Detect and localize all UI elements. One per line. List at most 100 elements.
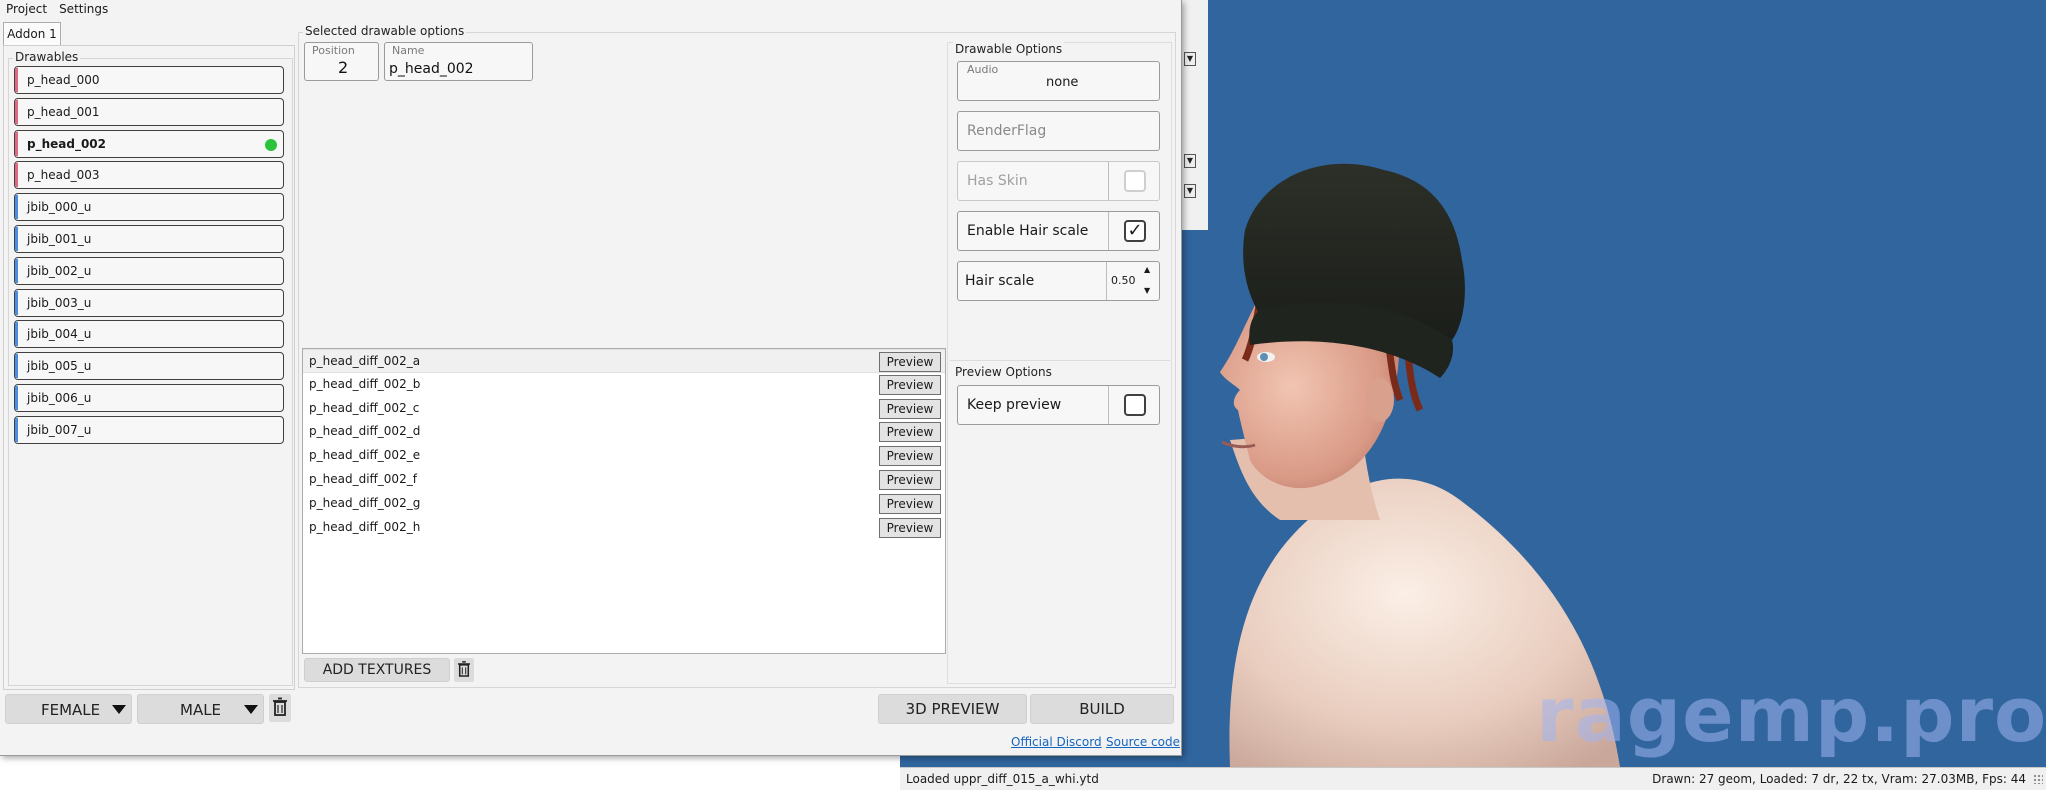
textures-list: p_head_diff_002_a Preview p_head_diff_002_… — [302, 348, 946, 654]
texture-row[interactable]: p_head_diff_002_a Preview — [303, 349, 945, 373]
name-field[interactable]: Name p_head_002 — [384, 42, 533, 81]
drawable-item[interactable]: p_head_003 — [14, 161, 284, 190]
menu-project[interactable]: Project — [0, 0, 53, 18]
drawable-item[interactable]: jbib_003_u — [14, 288, 284, 317]
trash-icon — [458, 661, 470, 677]
drawable-item-label: p_head_002 — [27, 136, 107, 151]
drawable-item-label: jbib_004_u — [27, 327, 92, 342]
preview-options-title: Preview Options — [953, 365, 1054, 379]
hair-scale-option[interactable]: Hair scale 0.50 ▲ ▼ — [957, 261, 1160, 301]
gender-stripe — [15, 131, 18, 156]
separator — [1108, 212, 1109, 250]
drawable-item-label: p_head_001 — [27, 104, 100, 119]
drawable-item-label: jbib_005_u — [27, 359, 92, 374]
gender-stripe — [15, 417, 18, 442]
female-button-label: FEMALE — [41, 701, 101, 719]
selected-indicator-icon — [265, 138, 277, 151]
texture-preview-button[interactable]: Preview — [879, 493, 941, 514]
texture-preview-button[interactable]: Preview — [879, 470, 941, 490]
keep-preview-checkbox[interactable] — [1124, 394, 1146, 416]
texture-row[interactable]: p_head_diff_002_b Preview — [303, 373, 945, 397]
section-divider — [950, 360, 1170, 361]
separator — [1108, 386, 1109, 424]
drawable-item-label: p_head_003 — [27, 168, 100, 183]
drawable-item[interactable]: p_head_002 — [14, 129, 284, 158]
drawable-item[interactable]: jbib_002_u — [14, 256, 284, 285]
texture-preview-button[interactable]: Preview — [879, 374, 941, 395]
drawable-item[interactable]: p_head_000 — [14, 66, 284, 94]
hair-scale-label: Hair scale — [965, 273, 1035, 289]
female-button[interactable]: FEMALE — [5, 694, 132, 724]
gender-stripe — [15, 99, 18, 124]
enable-hair-scale-checkbox[interactable]: ✓ — [1124, 220, 1146, 242]
drawable-item[interactable]: jbib_007_u — [14, 415, 284, 444]
drawable-item[interactable]: jbib_000_u — [14, 193, 284, 222]
drawable-item[interactable]: jbib_005_u — [14, 352, 284, 381]
audio-field[interactable]: Audio none — [957, 61, 1160, 101]
source-code-link[interactable]: Source code — [1106, 735, 1180, 749]
gender-stripe — [15, 163, 18, 188]
resize-grip-icon[interactable] — [2033, 774, 2043, 784]
texture-row[interactable]: p_head_diff_002_f Preview — [303, 468, 945, 492]
drawable-options-title: Drawable Options — [953, 42, 1065, 56]
drawable-item-label: jbib_003_u — [27, 295, 92, 310]
texture-preview-button[interactable]: Preview — [879, 398, 941, 419]
texture-row[interactable]: p_head_diff_002_h Preview — [303, 516, 945, 540]
renderflag-field[interactable]: RenderFlag — [957, 111, 1160, 151]
stepper-down-icon[interactable]: ▼ — [1144, 286, 1150, 295]
texture-name: p_head_diff_002_a — [309, 354, 421, 368]
3d-preview-button[interactable]: 3D PREVIEW — [878, 694, 1027, 724]
gender-stripe — [15, 258, 18, 283]
drawable-item[interactable]: jbib_006_u — [14, 384, 284, 412]
texture-row[interactable]: p_head_diff_002_g Preview — [303, 492, 945, 516]
name-label: Name — [392, 44, 425, 57]
texture-row[interactable]: p_head_diff_002_e Preview — [303, 444, 945, 468]
renderflag-placeholder: RenderFlag — [967, 123, 1047, 139]
stepper-up-icon[interactable]: ▲ — [1144, 265, 1150, 274]
enable-hair-scale-option[interactable]: Enable Hair scale ✓ — [957, 211, 1160, 251]
tab-addon[interactable]: Addon 1 — [3, 22, 61, 46]
delete-texture-button[interactable] — [454, 658, 474, 682]
delete-drawable-button[interactable] — [269, 694, 291, 722]
position-value: 2 — [338, 58, 349, 77]
separator — [1106, 262, 1107, 300]
drawables-title: Drawables — [13, 50, 81, 64]
position-field[interactable]: Position 2 — [304, 42, 379, 81]
texture-preview-button[interactable]: Preview — [879, 446, 941, 467]
audio-label: Audio — [967, 63, 999, 76]
drawable-item[interactable]: jbib_004_u — [14, 320, 284, 349]
keep-preview-option[interactable]: Keep preview — [957, 385, 1160, 425]
gender-stripe — [15, 354, 18, 379]
selected-options-title: Selected drawable options — [303, 24, 467, 38]
build-button[interactable]: BUILD — [1030, 694, 1174, 724]
has-skin-checkbox — [1124, 170, 1146, 192]
drawable-item-label: jbib_002_u — [27, 263, 92, 278]
discord-link[interactable]: Official Discord — [1011, 735, 1102, 749]
texture-row[interactable]: p_head_diff_002_d Preview — [303, 420, 945, 444]
texture-preview-button[interactable]: Preview — [879, 517, 941, 538]
add-textures-button[interactable]: ADD TEXTURES — [304, 658, 450, 682]
watermark: ragemp.pro — [1536, 670, 2046, 759]
position-label: Position — [312, 44, 355, 57]
chevron-down-icon — [112, 705, 126, 714]
status-loaded-text: Loaded uppr_diff_015_a_whi.ytd — [906, 772, 1099, 786]
drawable-item-label: jbib_000_u — [27, 200, 92, 215]
menu-settings[interactable]: Settings — [53, 0, 114, 18]
separator — [1108, 162, 1109, 200]
audio-value: none — [1046, 75, 1079, 90]
gender-stripe — [15, 195, 18, 220]
has-skin-option: Has Skin — [957, 161, 1160, 201]
gender-stripe — [15, 290, 18, 315]
texture-preview-button[interactable]: Preview — [879, 422, 941, 443]
gender-stripe — [15, 68, 18, 92]
male-button[interactable]: MALE — [137, 694, 264, 724]
drawable-item[interactable]: jbib_001_u — [14, 225, 284, 253]
texture-row[interactable]: p_head_diff_002_c Preview — [303, 397, 945, 421]
drawable-item[interactable]: p_head_001 — [14, 97, 284, 126]
texture-name: p_head_diff_002_c — [309, 400, 420, 415]
hair-scale-value[interactable]: 0.50 — [1111, 274, 1136, 287]
name-value: p_head_002 — [389, 61, 474, 77]
gender-stripe — [15, 322, 18, 347]
chevron-down-icon — [244, 705, 258, 714]
texture-preview-button[interactable]: Preview — [879, 352, 941, 372]
